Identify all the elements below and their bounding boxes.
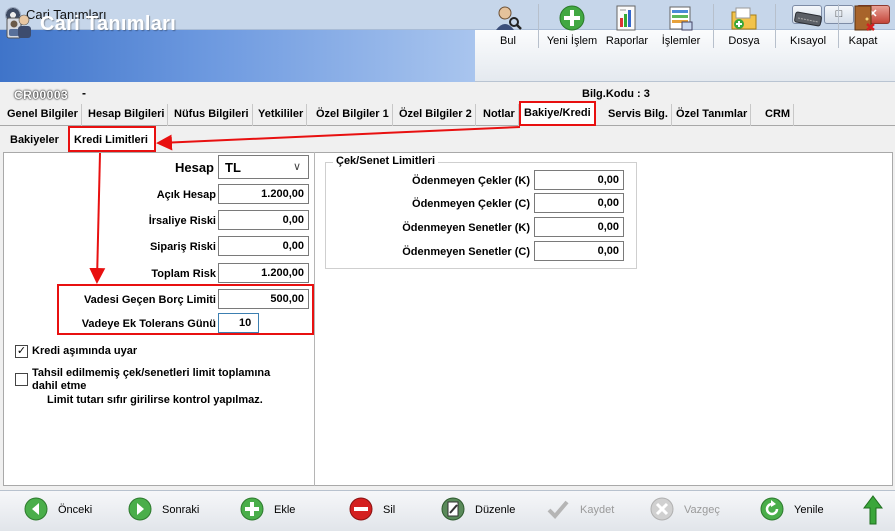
next-button[interactable]: Sonraki	[128, 497, 228, 523]
arrow-right-icon	[128, 497, 152, 521]
edit-label: Düzenle	[475, 504, 516, 516]
plus-icon	[240, 497, 264, 521]
add-button[interactable]: Ekle	[240, 497, 330, 523]
minus-icon	[349, 497, 373, 521]
delete-button[interactable]: Sil	[349, 497, 429, 523]
previous-button[interactable]: Önceki	[24, 497, 124, 523]
refresh-label: Yenile	[794, 504, 824, 516]
check-icon	[546, 497, 570, 521]
save-button[interactable]: Kaydet	[546, 497, 646, 523]
add-label: Ekle	[274, 504, 296, 516]
edit-icon	[441, 497, 465, 521]
cancel-icon	[650, 497, 674, 521]
arrow-left-icon	[24, 497, 48, 521]
cancel-label: Vazgeç	[684, 504, 720, 516]
scroll-top-button[interactable]	[863, 495, 883, 525]
next-label: Sonraki	[162, 504, 200, 516]
up-arrow-icon	[863, 495, 883, 525]
delete-label: Sil	[383, 504, 396, 516]
cancel-button[interactable]: Vazgeç	[650, 497, 750, 523]
edit-button[interactable]: Düzenle	[441, 497, 541, 523]
refresh-icon	[760, 497, 784, 521]
previous-label: Önceki	[58, 504, 93, 516]
save-label: Kaydet	[580, 504, 615, 516]
refresh-button[interactable]: Yenile	[760, 497, 860, 523]
annotation-arrows	[89, 126, 521, 284]
